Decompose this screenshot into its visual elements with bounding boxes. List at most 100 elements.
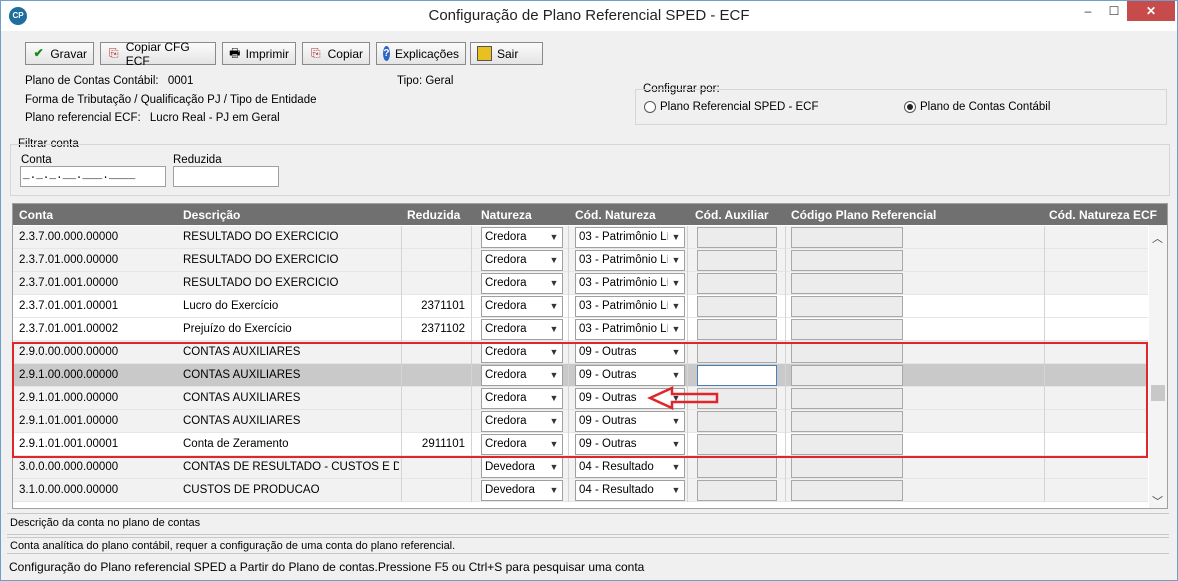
natureza-select[interactable]: Credora ▼	[481, 434, 563, 455]
chevron-down-icon[interactable]: ▼	[546, 297, 562, 316]
codigo-plano-input[interactable]	[791, 434, 903, 455]
chevron-down-icon[interactable]: ▼	[546, 412, 562, 431]
cod-auxiliar-input[interactable]	[697, 296, 777, 317]
cod-auxiliar-input[interactable]	[697, 434, 777, 455]
cod-auxiliar-input[interactable]	[697, 250, 777, 271]
header-cod-auxiliar[interactable]: Cód. Auxiliar	[695, 208, 769, 222]
codigo-plano-input[interactable]	[791, 411, 903, 432]
scroll-down-icon[interactable]: ﹀	[1152, 493, 1163, 508]
table-row[interactable]: 2.9.1.00.000.00000 CONTAS AUXILIARES Credo…	[13, 364, 1148, 387]
natureza-select[interactable]: Credora ▼	[481, 319, 563, 340]
chevron-down-icon[interactable]: ▼	[546, 481, 562, 500]
chevron-down-icon[interactable]: ▼	[546, 389, 562, 408]
header-reduzida[interactable]: Reduzida	[407, 208, 460, 222]
chevron-down-icon[interactable]: ▼	[668, 366, 684, 385]
reduzida-filter-input[interactable]	[173, 166, 279, 187]
table-row[interactable]: 2.3.7.01.001.00000 RESULTADO DO EXERCICIO…	[13, 272, 1148, 295]
chevron-down-icon[interactable]: ▼	[668, 251, 684, 270]
cod-natureza-select[interactable]: 03 - Patrimônio Líquido▼	[575, 319, 685, 340]
codigo-plano-input[interactable]	[791, 250, 903, 271]
natureza-select[interactable]: Credora ▼	[481, 388, 563, 409]
cod-auxiliar-input[interactable]	[697, 227, 777, 248]
codigo-plano-input[interactable]	[791, 388, 903, 409]
chevron-down-icon[interactable]: ▼	[668, 458, 684, 477]
table-row[interactable]: 2.3.7.01.001.00002 Prejuízo do Exercício 2…	[13, 318, 1148, 341]
chevron-down-icon[interactable]: ▼	[668, 343, 684, 362]
natureza-select[interactable]: Credora ▼	[481, 250, 563, 271]
natureza-select[interactable]: Credora ▼	[481, 227, 563, 248]
chevron-down-icon[interactable]: ▼	[668, 228, 684, 247]
cod-natureza-select[interactable]: 03 - Patrimônio Líquido▼	[575, 250, 685, 271]
table-row[interactable]: 2.9.1.01.001.00000 CONTAS AUXILIARES Credo…	[13, 410, 1148, 433]
cod-natureza-select[interactable]: 03 - Patrimônio Líquido▼	[575, 273, 685, 294]
radio-plano-referencial[interactable]: Plano Referencial SPED - ECF	[644, 101, 819, 113]
cod-auxiliar-input[interactable]	[697, 365, 777, 386]
cod-auxiliar-input[interactable]	[697, 342, 777, 363]
maximize-button[interactable]: ☐	[1101, 1, 1127, 21]
cod-natureza-select[interactable]: 09 - Outras ▼	[575, 411, 685, 432]
minimize-button[interactable]: –	[1075, 1, 1101, 21]
codigo-plano-input[interactable]	[791, 457, 903, 478]
conta-filter-input[interactable]: _._._.__.___.____	[20, 166, 166, 187]
natureza-select[interactable]: Credora ▼	[481, 365, 563, 386]
chevron-down-icon[interactable]: ▼	[546, 458, 562, 477]
chevron-down-icon[interactable]: ▼	[546, 274, 562, 293]
chevron-down-icon[interactable]: ▼	[668, 412, 684, 431]
copiar-button[interactable]: ⎘ Copiar	[302, 42, 370, 65]
cod-natureza-select[interactable]: 09 - Outras ▼	[575, 342, 685, 363]
chevron-down-icon[interactable]: ▼	[546, 251, 562, 270]
cod-natureza-select[interactable]: 04 - Resultado ▼	[575, 480, 685, 501]
radio-plano-contas[interactable]: Plano de Contas Contábil	[904, 101, 1050, 113]
explicacoes-button[interactable]: ? Explicações	[376, 42, 466, 65]
table-row[interactable]: 2.3.7.00.000.00000 RESULTADO DO EXERCICIO…	[13, 226, 1148, 249]
scroll-up-icon[interactable]: ︿	[1152, 230, 1163, 246]
codigo-plano-input[interactable]	[791, 273, 903, 294]
header-codigo-plano[interactable]: Código Plano Referencial	[791, 208, 936, 222]
chevron-down-icon[interactable]: ▼	[546, 343, 562, 362]
chevron-down-icon[interactable]: ▼	[668, 274, 684, 293]
chevron-down-icon[interactable]: ▼	[668, 481, 684, 500]
codigo-plano-input[interactable]	[791, 480, 903, 501]
scroll-thumb[interactable]	[1151, 385, 1165, 401]
sair-button[interactable]: Sair	[470, 42, 543, 65]
codigo-plano-input[interactable]	[791, 227, 903, 248]
chevron-down-icon[interactable]: ▼	[668, 320, 684, 339]
cod-natureza-select[interactable]: 03 - Patrimônio Líquido▼	[575, 296, 685, 317]
natureza-select[interactable]: Credora ▼	[481, 273, 563, 294]
cod-natureza-select[interactable]: 09 - Outras ▼	[575, 365, 685, 386]
header-cod-natureza-ecf[interactable]: Cód. Natureza ECF	[1049, 208, 1157, 222]
natureza-select[interactable]: Credora ▼	[481, 342, 563, 363]
cod-auxiliar-input[interactable]	[697, 319, 777, 340]
natureza-select[interactable]: Devedora ▼	[481, 480, 563, 501]
cod-auxiliar-input[interactable]	[697, 480, 777, 501]
codigo-plano-input[interactable]	[791, 296, 903, 317]
table-row[interactable]: 2.9.1.01.001.00001 Conta de Zeramento 2911…	[13, 433, 1148, 456]
chevron-down-icon[interactable]: ▼	[546, 435, 562, 454]
codigo-plano-input[interactable]	[791, 342, 903, 363]
cod-auxiliar-input[interactable]	[697, 457, 777, 478]
codigo-plano-input[interactable]	[791, 319, 903, 340]
cod-natureza-select[interactable]: 03 - Patrimônio Líquido▼	[575, 227, 685, 248]
chevron-down-icon[interactable]: ▼	[546, 228, 562, 247]
close-button[interactable]: ✕	[1127, 1, 1175, 21]
header-natureza[interactable]: Natureza	[481, 208, 532, 222]
cod-auxiliar-input[interactable]	[697, 273, 777, 294]
table-row[interactable]: 2.3.7.01.000.00000 RESULTADO DO EXERCICIO…	[13, 249, 1148, 272]
copiar-cfg-ecf-button[interactable]: ⎘ Copiar CFG ECF	[100, 40, 216, 68]
chevron-down-icon[interactable]: ▼	[668, 435, 684, 454]
grid-vertical-scrollbar[interactable]: ︿ ﹀	[1149, 225, 1167, 508]
header-cod-natureza[interactable]: Cód. Natureza	[575, 208, 656, 222]
chevron-down-icon[interactable]: ▼	[546, 320, 562, 339]
table-row[interactable]: 2.9.0.00.000.00000 CONTAS AUXILIARES Credo…	[13, 341, 1148, 364]
header-descricao[interactable]: Descrição	[183, 208, 240, 222]
table-row[interactable]: 3.1.0.00.000.00000 CUSTOS DE PRODUCAO Deve…	[13, 479, 1148, 502]
table-row[interactable]: 3.0.0.00.000.00000 CONTAS DE RESULTADO - …	[13, 456, 1148, 479]
imprimir-button[interactable]: 🖶 Imprimir	[222, 42, 296, 65]
header-conta[interactable]: Conta	[19, 208, 53, 222]
cod-natureza-select[interactable]: 04 - Resultado ▼	[575, 457, 685, 478]
chevron-down-icon[interactable]: ▼	[668, 297, 684, 316]
table-row[interactable]: 2.3.7.01.001.00001 Lucro do Exercício 2371…	[13, 295, 1148, 318]
cod-natureza-select[interactable]: 09 - Outras ▼	[575, 434, 685, 455]
natureza-select[interactable]: Devedora ▼	[481, 457, 563, 478]
table-row[interactable]: 2.9.1.01.000.00000 CONTAS AUXILIARES Credo…	[13, 387, 1148, 410]
